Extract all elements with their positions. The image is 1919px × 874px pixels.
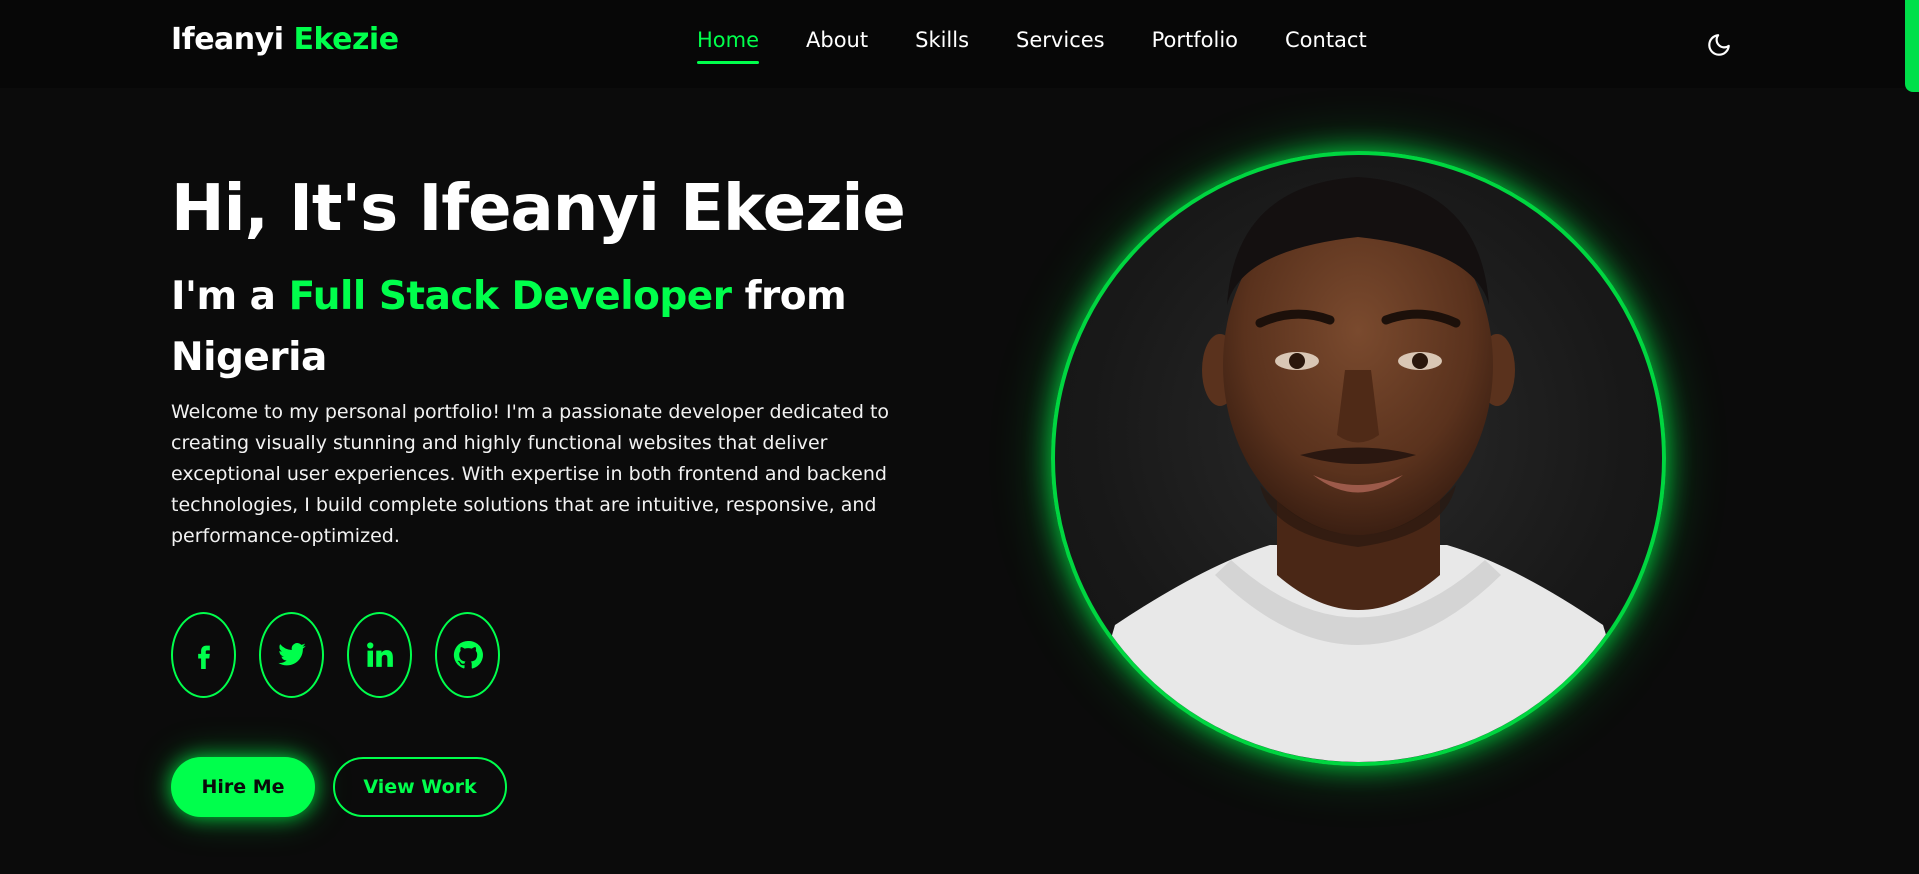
- logo-last-name: Ekezie: [293, 22, 399, 57]
- role-text: Full Stack Developer: [288, 274, 732, 319]
- hire-me-button[interactable]: Hire Me: [171, 757, 315, 817]
- linkedin-icon: [366, 642, 393, 667]
- nav-link-skills[interactable]: Skills: [915, 28, 969, 64]
- profile-photo: [1051, 151, 1666, 766]
- linkedin-link[interactable]: [347, 612, 412, 698]
- logo-first-name: Ifeanyi: [171, 22, 284, 57]
- nav-link-contact[interactable]: Contact: [1285, 28, 1367, 64]
- social-links: [171, 612, 500, 698]
- twitter-link[interactable]: [259, 612, 324, 698]
- hero-subtitle: I'm a Full Stack Developer from Nigeria: [171, 266, 891, 388]
- nav-link-about[interactable]: About: [806, 28, 868, 64]
- site-logo[interactable]: Ifeanyi Ekezie: [171, 22, 399, 57]
- nav-link-home[interactable]: Home: [697, 28, 760, 64]
- nav-link-portfolio[interactable]: Portfolio: [1152, 28, 1238, 64]
- theme-toggle-button[interactable]: [1704, 30, 1734, 60]
- github-icon: [453, 640, 483, 669]
- portfolio-page: Ifeanyi Ekezie Home About Skills Service…: [0, 0, 1919, 874]
- portrait-illustration: [1075, 177, 1645, 762]
- hero-title: Hi, It's Ifeanyi Ekezie: [171, 172, 906, 246]
- github-link[interactable]: [435, 612, 500, 698]
- hero-description: Welcome to my personal portfolio! I'm a …: [171, 401, 890, 547]
- view-work-button[interactable]: View Work: [333, 757, 507, 817]
- facebook-icon: [197, 645, 210, 669]
- moon-icon: [1708, 34, 1730, 56]
- main-nav: Home About Skills Services Portfolio Con…: [697, 28, 1367, 64]
- facebook-link[interactable]: [171, 612, 236, 698]
- nav-link-services[interactable]: Services: [1016, 28, 1105, 64]
- subtitle-prefix: I'm a: [171, 274, 276, 319]
- site-header: Ifeanyi Ekezie Home About Skills Service…: [0, 0, 1919, 88]
- scroll-progress-indicator[interactable]: [1905, 0, 1919, 92]
- twitter-icon: [277, 643, 306, 666]
